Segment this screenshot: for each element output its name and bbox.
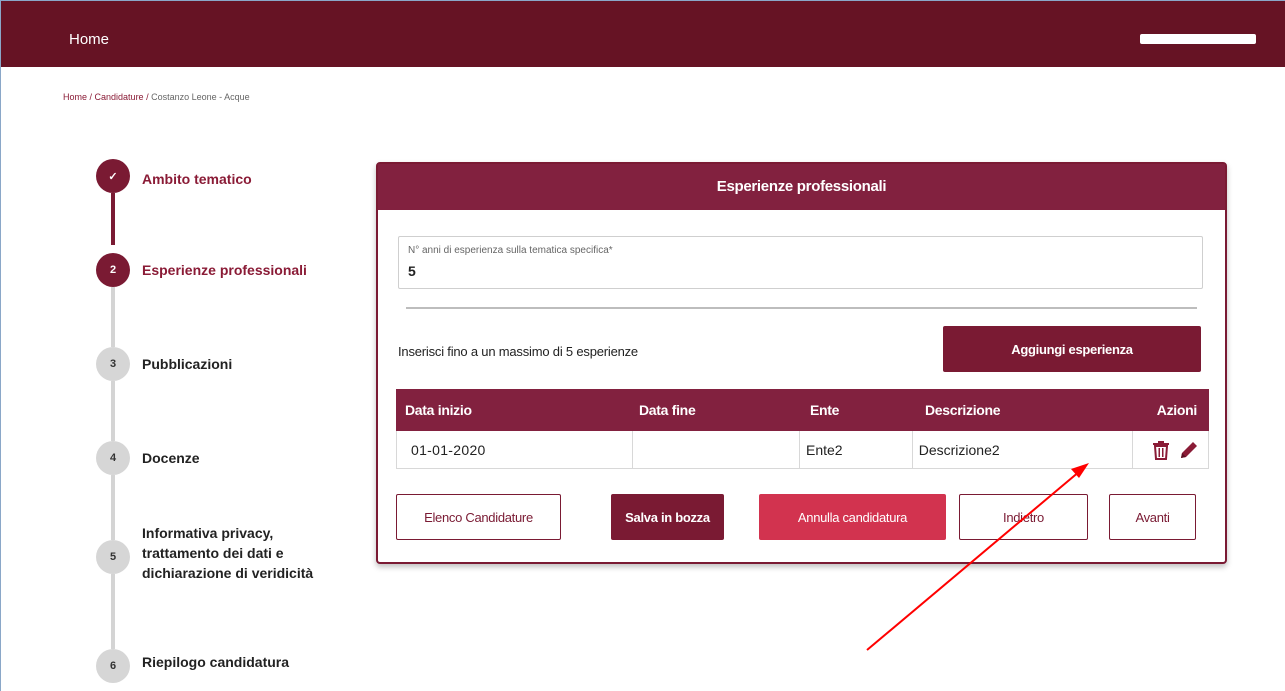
column-header: Data fine [639, 402, 696, 418]
card-title: Esperienze professionali [378, 164, 1225, 210]
indietro-button[interactable]: Indietro [959, 494, 1088, 540]
step-label: Informativa privacy, trattamento dei dat… [142, 523, 313, 583]
stepper-connector [111, 381, 115, 441]
step-number: 6 [96, 649, 130, 683]
stepper-connector [111, 193, 115, 245]
breadcrumb-current: Costanzo Leone - Acque [151, 92, 250, 102]
breadcrumb-home[interactable]: Home [63, 92, 87, 102]
step-label: Riepilogo candidatura [142, 654, 290, 670]
stepper-connector [111, 287, 115, 347]
step-number: 3 [96, 347, 130, 381]
step-label: Docenze [142, 450, 200, 466]
pencil-icon[interactable] [1178, 439, 1200, 461]
cell-data-fine [633, 431, 800, 468]
breadcrumb: Home / Candidature / Costanzo Leone - Ac… [63, 92, 250, 102]
step-number: 4 [96, 441, 130, 475]
add-experience-button[interactable]: Aggiungi esperienza [943, 326, 1201, 372]
experiences-table: Data inizio Data fine Ente Descrizione A… [396, 389, 1209, 469]
home-link[interactable]: Home [69, 31, 109, 48]
trash-icon[interactable] [1150, 439, 1172, 461]
breadcrumb-separator: / [143, 92, 152, 102]
salva-in-bozza-button[interactable]: Salva in bozza [611, 494, 724, 540]
column-header: Azioni [1156, 402, 1198, 418]
esperienze-card: Esperienze professionali N° anni di espe… [376, 162, 1227, 564]
years-experience-label: N° anni di esperienza sulla tematica spe… [408, 245, 613, 256]
avanti-button[interactable]: Avanti [1109, 494, 1196, 540]
breadcrumb-separator: / [87, 92, 95, 102]
progress-stepper: ✓ Ambito tematico 2 Esperienze professio… [96, 159, 356, 689]
elenco-candidature-button[interactable]: Elenco Candidature [396, 494, 561, 540]
top-navbar: Home [1, 1, 1285, 67]
step-label: Ambito tematico [142, 171, 252, 187]
step-label-line: dichiarazione di veridicità [142, 565, 314, 581]
years-experience-field[interactable]: N° anni di esperienza sulla tematica spe… [398, 236, 1203, 289]
breadcrumb-candidature[interactable]: Candidature [95, 92, 144, 102]
step-label-line: trattamento dei dati e [142, 545, 284, 561]
step-number: 2 [96, 253, 130, 287]
cell-ente: Ente2 [800, 431, 913, 468]
table-row: 01-01-2020 Ente2 Descrizione2 [396, 431, 1209, 469]
column-header: Data inizio [405, 402, 472, 418]
table-header: Data inizio Data fine Ente Descrizione A… [396, 389, 1209, 431]
step-label-line: Informativa privacy, [142, 525, 274, 541]
cell-actions [1133, 431, 1208, 468]
step-label: Pubblicazioni [142, 356, 233, 372]
divider [406, 307, 1197, 309]
column-header: Ente [810, 402, 840, 418]
years-experience-value[interactable]: 5 [408, 263, 416, 279]
max-experiences-hint: Inserisci fino a un massimo di 5 esperie… [398, 344, 638, 359]
step-label: Esperienze professionali [142, 262, 307, 278]
step-number: 5 [96, 540, 130, 574]
cell-descrizione: Descrizione2 [913, 431, 1134, 468]
annulla-candidatura-button[interactable]: Annulla candidatura [759, 494, 946, 540]
column-header: Descrizione [925, 402, 1001, 418]
checkmark-icon: ✓ [96, 159, 130, 193]
user-name-redacted[interactable] [1140, 34, 1256, 44]
cell-data-inizio: 01-01-2020 [397, 431, 634, 468]
stepper-connector [111, 574, 115, 649]
stepper-connector [111, 475, 115, 540]
